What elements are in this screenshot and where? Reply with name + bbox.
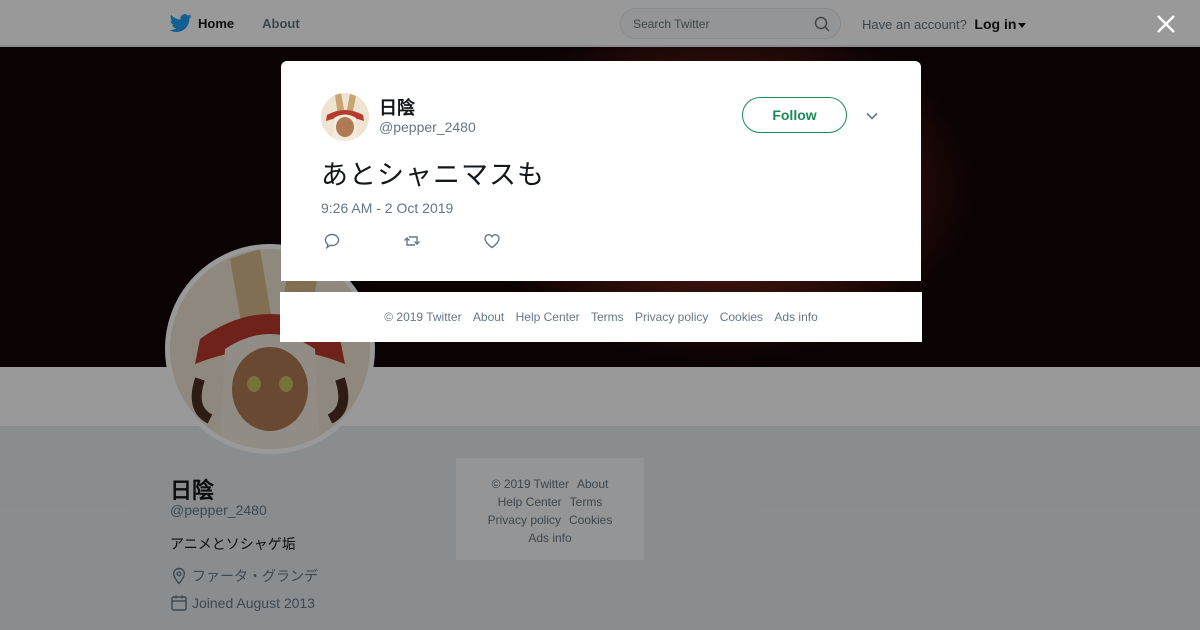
modal-footer-terms-link[interactable]: Terms (591, 310, 624, 324)
tweet-author-handle[interactable]: @pepper_2480 (379, 119, 476, 135)
tweet-avatar-illustration (321, 93, 369, 141)
follow-button[interactable]: Follow (742, 97, 847, 133)
modal-footer-help-link[interactable]: Help Center (516, 310, 580, 324)
retweet-icon[interactable] (403, 232, 421, 250)
tweet-modal: 日陰 @pepper_2480 Follow あとシャニマスも 9:26 AM … (281, 61, 921, 281)
chevron-down-icon[interactable] (865, 109, 879, 123)
modal-footer-about-link[interactable]: About (473, 310, 504, 324)
close-icon[interactable] (1155, 13, 1177, 35)
tweet-author-name[interactable]: 日陰 (379, 94, 415, 120)
tweet-text: あとシャニマスも (321, 160, 545, 191)
reply-icon[interactable] (323, 232, 341, 250)
like-heart-icon[interactable] (483, 232, 501, 250)
tweet-timestamp[interactable]: 9:26 AM - 2 Oct 2019 (321, 200, 453, 216)
modal-footer-ads-link[interactable]: Ads info (774, 310, 817, 324)
modal-footer: © 2019 Twitter About Help Center Terms P… (280, 292, 922, 342)
modal-footer-privacy-link[interactable]: Privacy policy (635, 310, 708, 324)
tweet-avatar[interactable] (321, 93, 369, 141)
modal-footer-copyright: © 2019 Twitter (384, 310, 462, 324)
modal-footer-cookies-link[interactable]: Cookies (720, 310, 763, 324)
